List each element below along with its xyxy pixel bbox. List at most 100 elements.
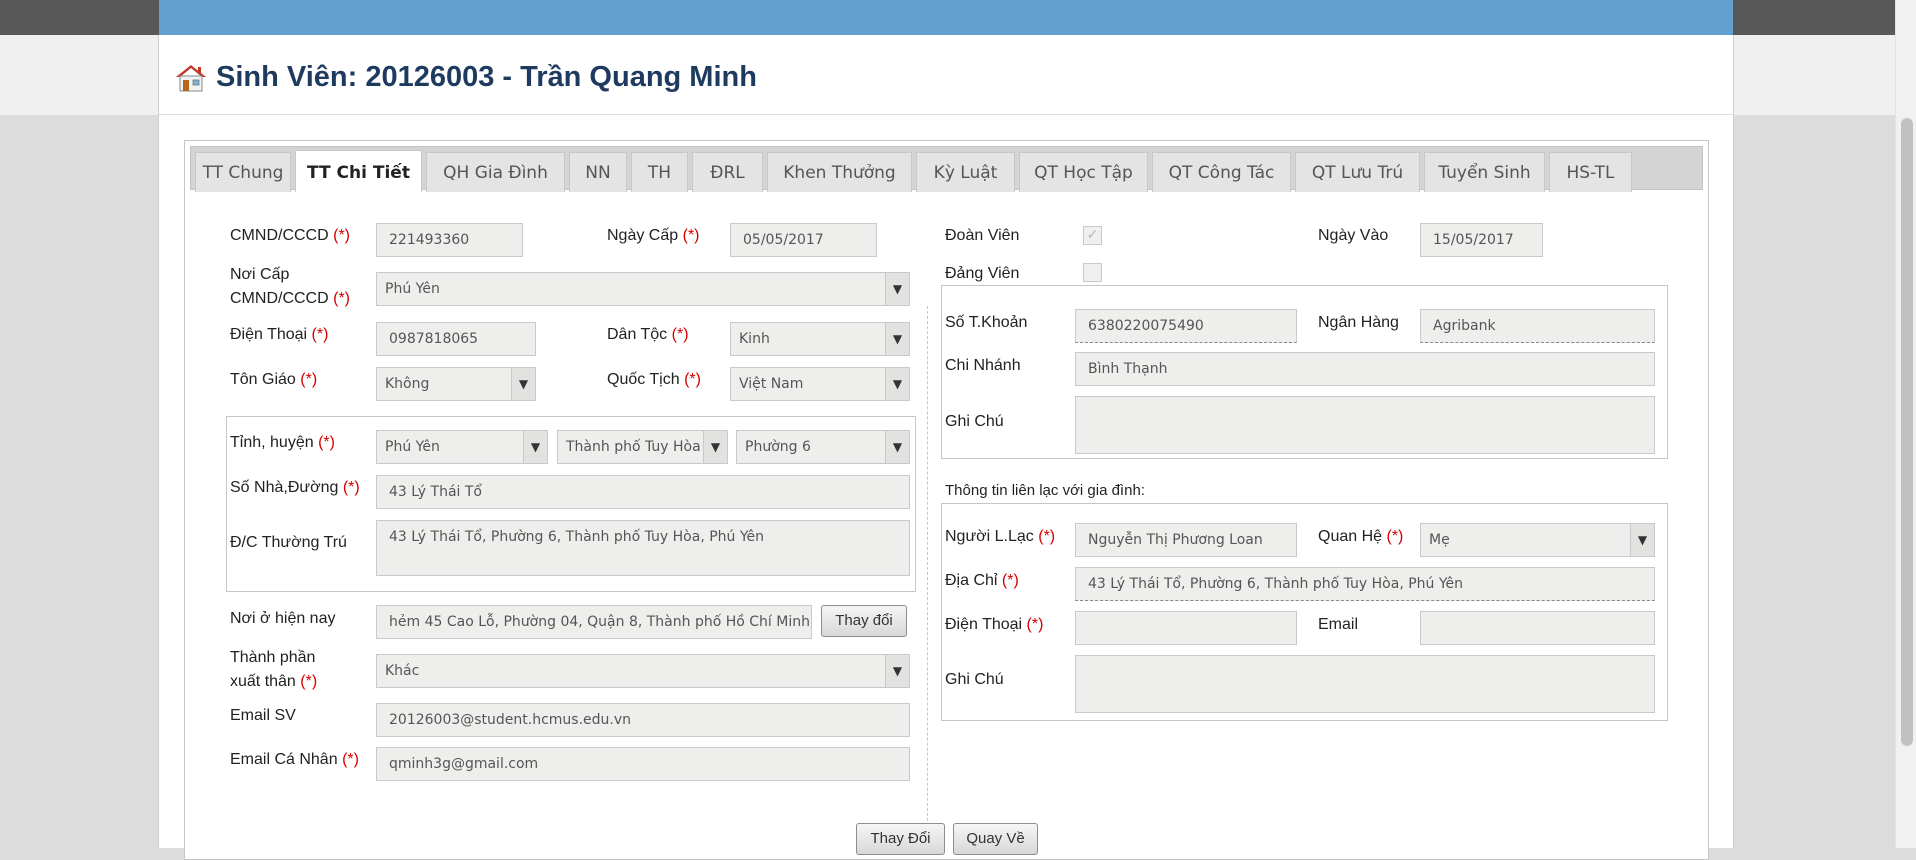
dia-chi-label: Địa Chỉ (*) <box>945 572 1019 589</box>
ton-giao-value: Không <box>385 376 430 392</box>
dien-thoai-label: Điện Thoại (*) <box>230 326 329 343</box>
cmnd-label: CMND/CCCD (*) <box>230 227 350 244</box>
dc-thuong-tru-field[interactable]: 43 Lý Thái Tổ, Phường 6, Thành phố Tuy H… <box>376 520 910 576</box>
main-panel: Sinh Viên: 20126003 - Trần Quang Minh TT… <box>158 35 1734 860</box>
doan-vien-label: Đoàn Viên <box>945 227 1020 244</box>
quan-he-label: Quan Hệ (*) <box>1318 528 1404 545</box>
so-nha-label: Số Nhà,Đường (*) <box>230 479 360 496</box>
noi-o-label: Nơi ở hiện nay <box>230 610 336 627</box>
noi-cap-value: Phú Yên <box>385 281 440 297</box>
noi-cap-select[interactable]: Phú Yên ▼ <box>376 272 910 306</box>
tab-tt-chi-tiet[interactable]: TT Chi Tiết <box>295 150 422 192</box>
email-cn-field[interactable]: qminh3g@gmail.com <box>376 747 910 781</box>
column-divider <box>927 306 928 841</box>
dropdown-arrow-icon: ▼ <box>885 655 909 687</box>
dia-chi-field[interactable]: 43 Lý Thái Tổ, Phường 6, Thành phố Tuy H… <box>1075 567 1655 601</box>
tinh-huyen-label: Tỉnh, huyện (*) <box>230 434 335 451</box>
dropdown-arrow-icon: ▼ <box>703 431 727 463</box>
tab-tuyen-sinh[interactable]: Tuyển Sinh <box>1424 152 1545 192</box>
page-scrollbar[interactable] <box>1895 0 1916 848</box>
ngay-vao-label: Ngày Vào <box>1318 227 1389 244</box>
cmnd-field[interactable]: 221493360 <box>376 223 523 257</box>
home-icon <box>176 65 206 92</box>
nguoi-lien-lac-label: Người L.Lạc (*) <box>945 528 1056 545</box>
ward-select[interactable]: Phường 6 ▼ <box>736 430 910 464</box>
email-cn-label: Email Cá Nhân (*) <box>230 751 359 768</box>
dang-vien-checkbox[interactable] <box>1083 263 1102 282</box>
checkmark-icon: ✓ <box>1086 227 1099 243</box>
save-changes-button[interactable]: Thay Đổi <box>856 823 945 855</box>
quoc-tich-value: Việt Nam <box>739 376 804 392</box>
province-value: Phú Yên <box>385 439 440 455</box>
tab-drl[interactable]: ĐRL <box>692 152 763 192</box>
noi-o-field[interactable]: hẻm 45 Cao Lỗ, Phường 04, Quận 8, Thành … <box>376 605 812 639</box>
tab-qt-cong-tac[interactable]: QT Công Tác <box>1152 152 1291 192</box>
nguoi-lien-lac-field[interactable]: Nguyễn Thị Phương Loan <box>1075 523 1297 557</box>
district-select[interactable]: Thành phố Tuy Hòa ▼ <box>557 430 728 464</box>
tab-nn[interactable]: NN <box>569 152 627 192</box>
contact-heading: Thông tin liên lạc với gia đình: <box>945 482 1145 499</box>
thanh-phan-value: Khác <box>385 663 420 679</box>
dropdown-arrow-icon: ▼ <box>523 431 547 463</box>
back-button[interactable]: Quay Về <box>953 823 1038 855</box>
district-value: Thành phố Tuy Hòa <box>566 439 701 455</box>
tab-qt-luu-tru[interactable]: QT Lưu Trú <box>1295 152 1420 192</box>
ngan-hang-field[interactable]: Agribank <box>1420 309 1655 343</box>
so-tk-field[interactable]: 6380220075490 <box>1075 309 1297 343</box>
tab-qt-hoc-tap[interactable]: QT Học Tập <box>1019 152 1148 192</box>
dien-thoai-gd-field[interactable] <box>1075 611 1297 645</box>
ngay-cap-field[interactable]: 05/05/2017 <box>730 223 877 257</box>
dropdown-arrow-icon: ▼ <box>885 273 909 305</box>
thanh-phan-label: Thành phần xuất thân (*) <box>230 649 318 690</box>
ghi-chu-2-label: Ghi Chú <box>945 671 1004 688</box>
ghi-chu-1-field[interactable] <box>1075 396 1655 454</box>
quan-he-select[interactable]: Mẹ ▼ <box>1420 523 1655 557</box>
change-address-button[interactable]: Thay đổi <box>821 605 907 637</box>
top-bar <box>0 0 1916 35</box>
page-header: Sinh Viên: 20126003 - Trần Quang Minh <box>159 35 1733 115</box>
dang-vien-label: Đảng Viên <box>945 265 1020 282</box>
thanh-phan-select[interactable]: Khác ▼ <box>376 654 910 688</box>
province-select[interactable]: Phú Yên ▼ <box>376 430 548 464</box>
so-tk-label: Số T.Khoản <box>945 314 1028 331</box>
tab-khen-thuong[interactable]: Khen Thưởng <box>767 152 912 192</box>
ton-giao-select[interactable]: Không ▼ <box>376 367 536 401</box>
dropdown-arrow-icon: ▼ <box>511 368 535 400</box>
dan-toc-value: Kinh <box>739 331 770 347</box>
tab-qh-gia-dinh[interactable]: QH Gia Đình <box>426 152 565 192</box>
dc-thuong-tru-label: Đ/C Thường Trú <box>230 534 347 551</box>
dropdown-arrow-icon: ▼ <box>885 323 909 355</box>
dan-toc-select[interactable]: Kinh ▼ <box>730 322 910 356</box>
quoc-tich-label: Quốc Tịch (*) <box>607 371 701 388</box>
quan-he-value: Mẹ <box>1429 532 1450 548</box>
dropdown-arrow-icon: ▼ <box>1630 524 1654 556</box>
ton-giao-label: Tôn Giáo (*) <box>230 371 318 388</box>
page-title: Sinh Viên: 20126003 - Trần Quang Minh <box>216 61 757 93</box>
dien-thoai-gd-label: Điện Thoại (*) <box>945 616 1044 633</box>
dropdown-arrow-icon: ▼ <box>885 368 909 400</box>
email-gd-label: Email <box>1318 616 1359 633</box>
top-bar-accent <box>159 0 1733 35</box>
dan-toc-label: Dân Tộc (*) <box>607 326 689 343</box>
dien-thoai-field[interactable]: 0987818065 <box>376 322 536 356</box>
so-nha-field[interactable]: 43 Lý Thái Tổ <box>376 475 910 509</box>
doan-vien-checkbox[interactable]: ✓ <box>1083 226 1102 245</box>
ngan-hang-label: Ngân Hàng <box>1318 314 1399 331</box>
tab-th[interactable]: TH <box>631 152 688 192</box>
tab-hs-tl[interactable]: HS-TL <box>1549 152 1632 192</box>
ghi-chu-2-field[interactable] <box>1075 655 1655 713</box>
dropdown-arrow-icon: ▼ <box>885 431 909 463</box>
chi-nhanh-field[interactable]: Bình Thạnh <box>1075 352 1655 386</box>
email-gd-field[interactable] <box>1420 611 1655 645</box>
noi-cap-label: Nơi Cấp CMND/CCCD (*) <box>230 266 350 307</box>
email-sv-label: Email SV <box>230 707 296 724</box>
scrollbar-thumb[interactable] <box>1901 118 1913 746</box>
tab-tt-chung[interactable]: TT Chung <box>195 152 291 192</box>
ngay-vao-field[interactable]: 15/05/2017 <box>1420 223 1543 257</box>
quoc-tich-select[interactable]: Việt Nam ▼ <box>730 367 910 401</box>
tab-bar: TT Chung TT Chi Tiết QH Gia Đình NN TH Đ… <box>190 146 1703 192</box>
tab-ky-luat[interactable]: Kỳ Luật <box>916 152 1015 192</box>
student-detail-form: TT Chung TT Chi Tiết QH Gia Đình NN TH Đ… <box>184 140 1709 860</box>
email-sv-field[interactable]: 20126003@student.hcmus.edu.vn <box>376 703 910 737</box>
chi-nhanh-label: Chi Nhánh <box>945 357 1021 374</box>
